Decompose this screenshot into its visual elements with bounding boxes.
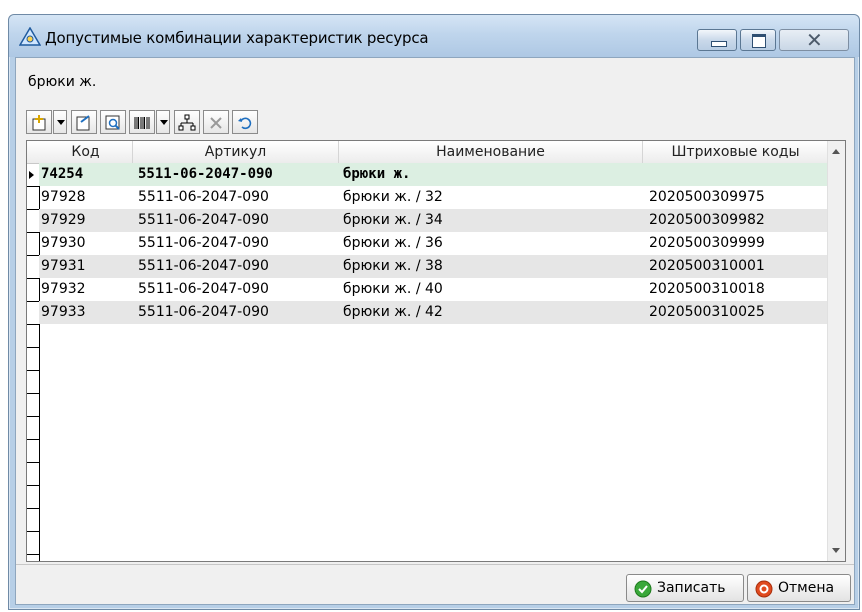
maximize-icon (752, 34, 766, 48)
close-button[interactable]: ✕ (779, 28, 849, 52)
resource-name-label: брюки ж. (28, 74, 97, 90)
cell-code: 97928 (41, 189, 86, 205)
cell-barcode: 2020500310025 (649, 304, 765, 320)
row-indicator-line (27, 370, 39, 371)
cancel-icon (755, 580, 773, 598)
cell-article: 5511-06-2047-090 (138, 189, 269, 205)
add-record-dropdown[interactable] (53, 110, 67, 134)
row-indicator-line (27, 393, 39, 394)
table-row[interactable]: 97931 5511-06-2047-090 брюки ж. / 38 202… (39, 255, 829, 278)
cell-code: 97931 (41, 258, 86, 274)
row-indicator-line (27, 186, 39, 187)
save-button[interactable]: Записать (626, 574, 744, 602)
cell-article: 5511-06-2047-090 (138, 281, 269, 297)
table-row[interactable]: 97928 5511-06-2047-090 брюки ж. / 32 202… (39, 186, 829, 209)
hierarchy-icon (178, 114, 196, 131)
cancel-button[interactable]: Отмена (747, 574, 851, 602)
cell-name: брюки ж. / 36 (343, 235, 443, 251)
cell-name: брюки ж. / 32 (343, 189, 443, 205)
row-indicator-line (27, 462, 39, 463)
cell-article: 5511-06-2047-090 (138, 212, 269, 228)
cell-name: брюки ж. / 42 (343, 304, 443, 320)
column-header-barcodes[interactable]: Штриховые коды (643, 141, 829, 163)
cancel-button-label: Отмена (778, 580, 835, 596)
cell-name: брюки ж. / 38 (343, 258, 443, 274)
add-record-button[interactable] (26, 110, 52, 134)
table-body: 74254 5511-06-2047-090 брюки ж. 97928 55… (29, 163, 829, 324)
minimize-button[interactable] (697, 29, 737, 51)
row-indicator-line (27, 508, 39, 509)
cell-barcode: 2020500310001 (649, 258, 765, 274)
table-row[interactable]: 74254 5511-06-2047-090 брюки ж. (29, 163, 829, 186)
save-button-label: Записать (657, 580, 726, 596)
edit-record-icon (76, 115, 90, 131)
row-indicator-line (27, 416, 39, 417)
current-row-marker-icon (29, 171, 34, 179)
cell-barcode: 2020500310018 (649, 281, 765, 297)
row-indicator-line (27, 209, 39, 210)
vertical-scrollbar[interactable] (827, 141, 845, 561)
cell-code: 74254 (41, 166, 84, 182)
app-icon (19, 27, 41, 46)
row-indicator-line (27, 439, 39, 440)
scroll-down-icon[interactable] (832, 548, 840, 553)
undo-button[interactable] (232, 110, 258, 134)
column-header-code[interactable]: Код (39, 141, 133, 163)
table-row[interactable]: 97932 5511-06-2047-090 брюки ж. / 40 202… (39, 278, 829, 301)
row-indicator-line (27, 232, 39, 233)
column-header-name[interactable]: Наименование (339, 141, 643, 163)
add-record-icon (32, 115, 46, 131)
maximize-button[interactable] (740, 29, 776, 51)
barcode-dropdown[interactable] (156, 110, 170, 134)
barcode-icon (134, 117, 150, 129)
check-icon (634, 580, 652, 598)
row-indicator-line (27, 301, 39, 302)
view-record-button[interactable] (100, 110, 126, 134)
delete-button[interactable] (203, 110, 229, 134)
scroll-up-icon[interactable] (832, 149, 840, 154)
hierarchy-button[interactable] (174, 110, 200, 134)
cell-article: 5511-06-2047-090 (138, 235, 269, 251)
dialog-body: брюки ж. Код Артикул Наименование Штрихо… (15, 57, 855, 605)
cell-article: 5511-06-2047-090 (138, 304, 269, 320)
cell-name: брюки ж. / 40 (343, 281, 443, 297)
cell-name: брюки ж. / 34 (343, 212, 443, 228)
column-header-article[interactable]: Артикул (133, 141, 339, 163)
row-indicator-line (27, 485, 39, 486)
cell-code: 97932 (41, 281, 86, 297)
row-indicator-line (27, 554, 39, 555)
table-row[interactable]: 97929 5511-06-2047-090 брюки ж. / 34 202… (39, 209, 829, 232)
delete-icon (210, 117, 222, 129)
row-indicator-line (27, 255, 39, 256)
table-row[interactable]: 97933 5511-06-2047-090 брюки ж. / 42 202… (39, 301, 829, 324)
table-header: Код Артикул Наименование Штриховые коды (27, 141, 829, 164)
close-icon: ✕ (806, 28, 823, 52)
undo-icon (238, 117, 252, 130)
cell-article: 5511-06-2047-090 (138, 258, 269, 274)
cell-code: 97929 (41, 212, 86, 228)
barcode-button[interactable] (129, 110, 155, 134)
row-indicator-line (27, 531, 39, 532)
dialog-window: Допустимые комбинации характеристик ресу… (8, 14, 860, 610)
cell-barcode: 2020500309975 (649, 189, 765, 205)
row-indicator-line (27, 324, 39, 325)
chevron-down-icon (160, 120, 168, 125)
cell-barcode: 2020500309999 (649, 235, 765, 251)
table-row[interactable]: 97930 5511-06-2047-090 брюки ж. / 36 202… (39, 232, 829, 255)
chevron-down-icon (57, 120, 65, 125)
minimize-icon (711, 41, 727, 47)
edit-record-button[interactable] (71, 110, 97, 134)
footer-divider (16, 564, 854, 565)
row-indicator-line (27, 347, 39, 348)
combinations-table[interactable]: Код Артикул Наименование Штриховые коды … (26, 140, 846, 562)
view-record-icon (105, 115, 120, 130)
cell-article: 5511-06-2047-090 (138, 166, 273, 182)
title-bar[interactable]: Допустимые комбинации характеристик ресу… (9, 15, 859, 57)
cell-name: брюки ж. (343, 166, 411, 182)
cell-code: 97930 (41, 235, 86, 251)
cell-barcode: 2020500309982 (649, 212, 765, 228)
cell-code: 97933 (41, 304, 86, 320)
row-indicator-line (27, 278, 39, 279)
window-title: Допустимые комбинации характеристик ресу… (45, 29, 429, 47)
